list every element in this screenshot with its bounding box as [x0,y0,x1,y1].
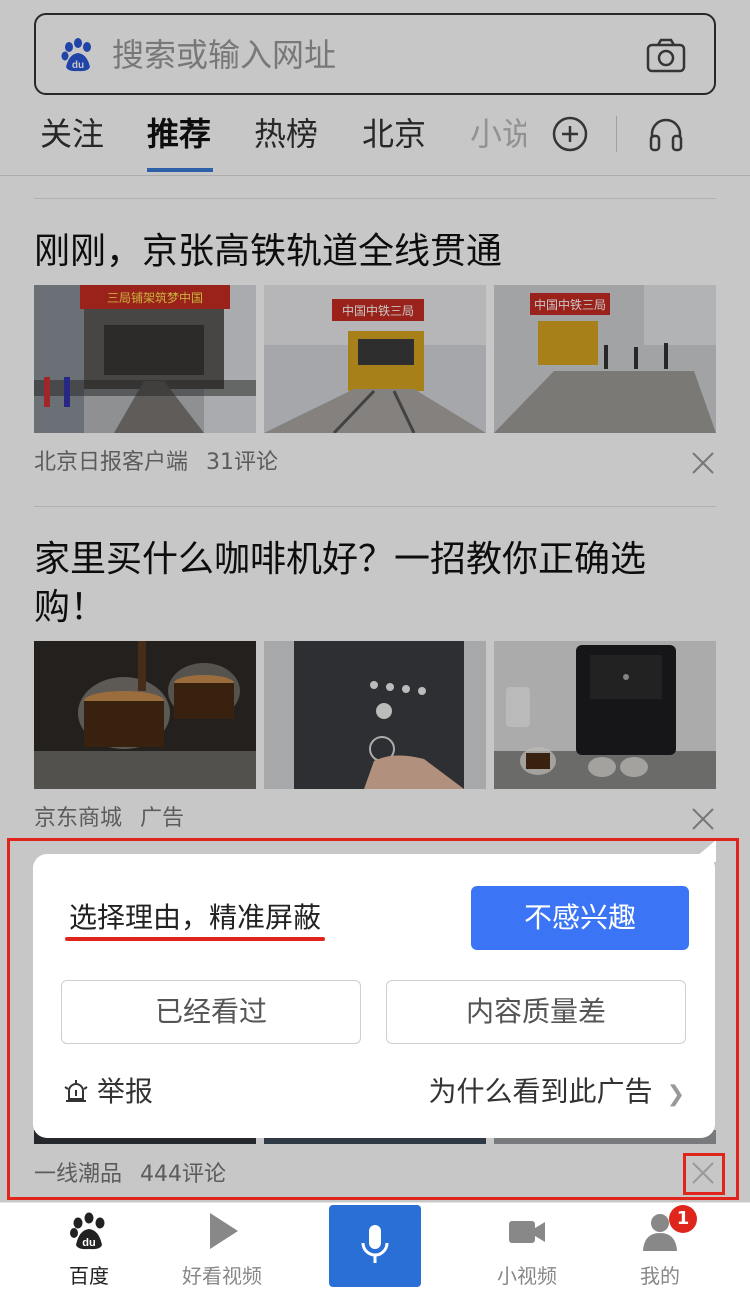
nav-baidu-label: 百度 [69,1264,109,1288]
nav-small-video-label: 小视频 [497,1264,557,1288]
nav-mine[interactable]: 1 我的 [605,1203,715,1291]
annotation-close-frame [683,1153,725,1195]
video-camera-icon [509,1221,545,1243]
microphone-icon [361,1225,389,1263]
nav-small-video[interactable]: 小视频 [472,1203,582,1291]
voice-search-button[interactable] [329,1205,421,1287]
annotation-frame [7,838,739,1200]
nav-mine-label: 我的 [640,1264,680,1288]
baidu-paw-icon: du [70,1212,105,1250]
notification-badge: 1 [669,1205,697,1233]
nav-haokan-video[interactable]: 好看视频 [167,1203,277,1291]
nav-baidu[interactable]: du 百度 [34,1203,144,1291]
nav-haokan-label: 好看视频 [182,1264,262,1288]
play-icon [210,1213,238,1249]
bottom-nav: du 百度 好看视频 小视频 1 我的 [0,1202,750,1291]
svg-text:du: du [82,1237,95,1249]
